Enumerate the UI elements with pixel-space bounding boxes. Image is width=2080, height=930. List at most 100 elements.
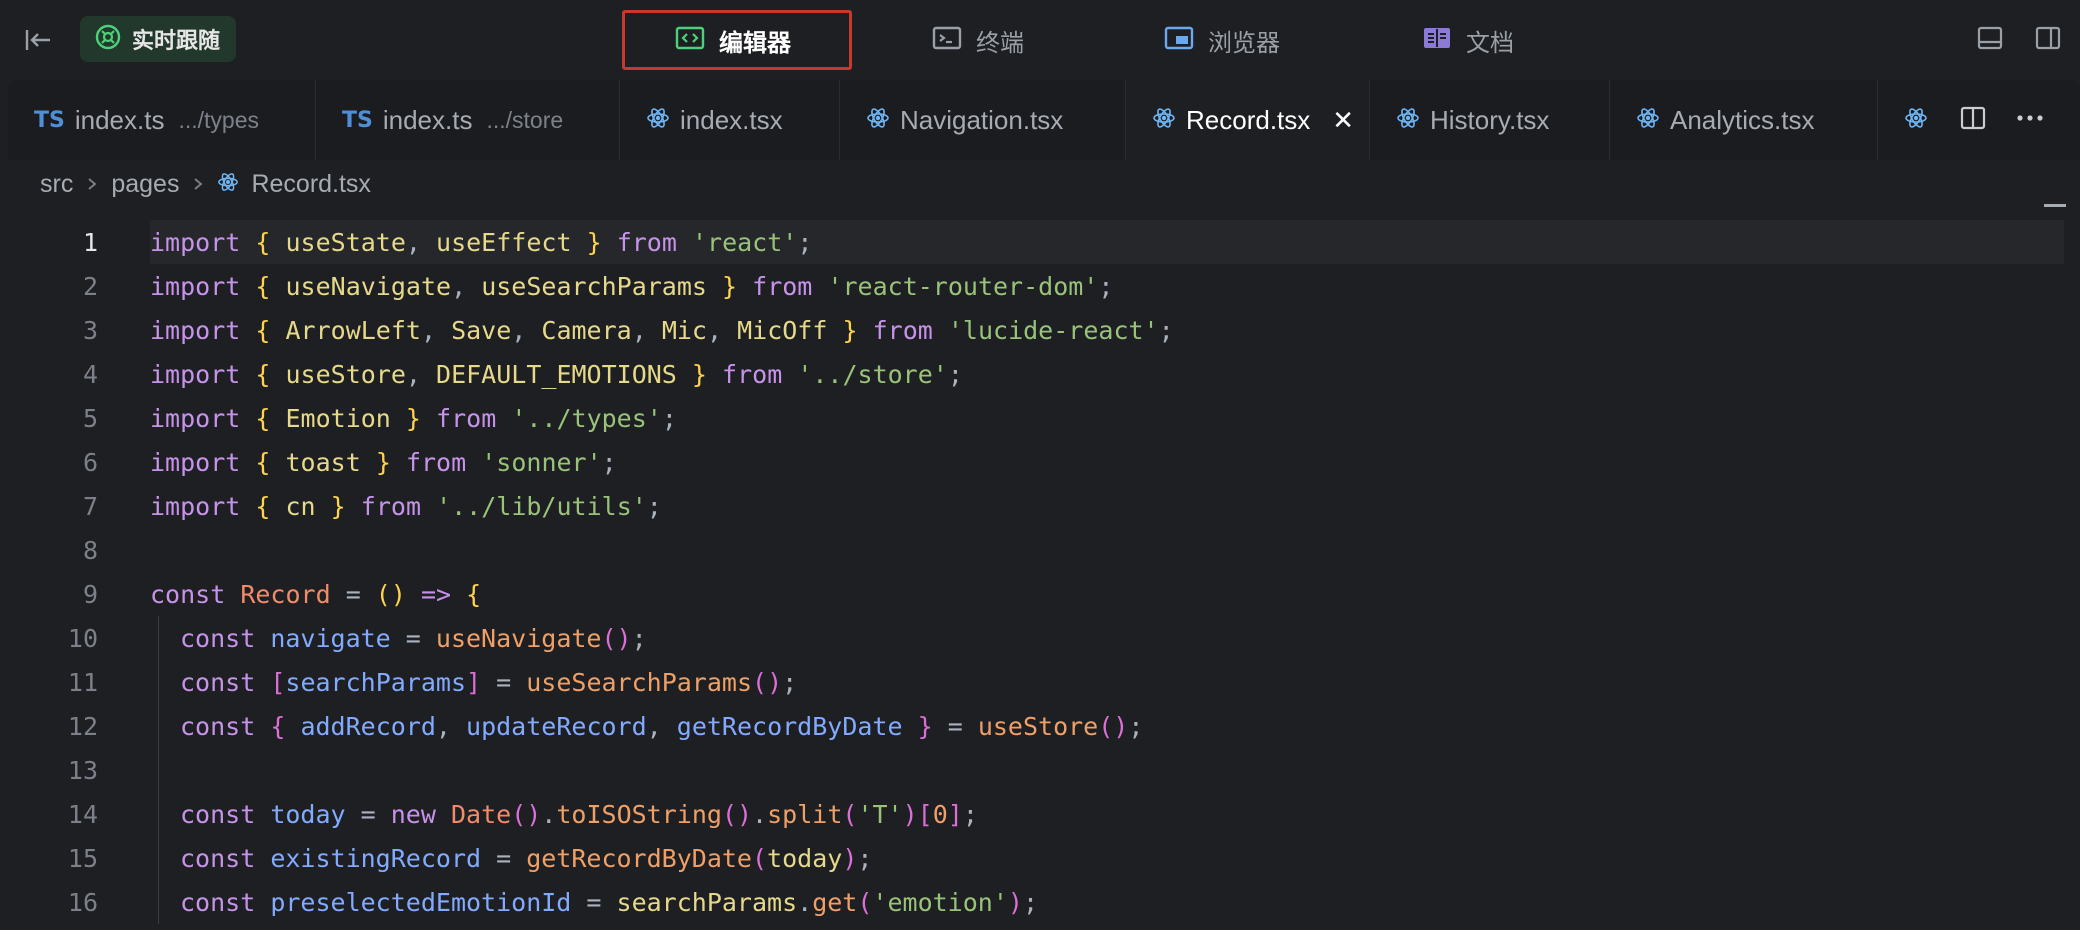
- file-tab-record[interactable]: Record.tsx ✕: [1126, 80, 1370, 160]
- code-line[interactable]: 7 import { cn } from '../lib/utils';: [0, 484, 2064, 528]
- code-line[interactable]: 5 import { Emotion } from '../types';: [0, 396, 2064, 440]
- file-tab-dir: .../store: [486, 106, 564, 133]
- code-token: import: [150, 315, 241, 345]
- code-token: ;: [601, 447, 617, 477]
- code-token: (: [751, 843, 768, 873]
- breadcrumb-src[interactable]: src: [40, 170, 73, 199]
- code-text: import { ArrowLeft, Save, Camera, Mic, M…: [150, 308, 2064, 352]
- code-token: =: [932, 711, 978, 741]
- toggle-side-panel-icon[interactable]: [2034, 24, 2062, 57]
- line-number: 11: [67, 667, 98, 697]
- file-tab-store-index[interactable]: TS index.ts .../store: [316, 80, 620, 160]
- split-editor-icon[interactable]: [1960, 105, 1986, 136]
- tab-browser[interactable]: 浏览器: [1114, 10, 1280, 70]
- code-token: ;: [962, 799, 978, 829]
- code-editor[interactable]: 1 import { useState, useEffect } from 're…: [0, 204, 2080, 930]
- file-tab-name: index.tsx: [680, 104, 783, 135]
- code-line[interactable]: 11 const [searchParams] = useSearchParams…: [0, 660, 2064, 704]
- code-line[interactable]: 6 import { toast } from 'sonner';: [0, 440, 2064, 484]
- code-icon: [675, 25, 705, 56]
- code-token: today: [270, 799, 346, 829]
- file-tab-bar: TS index.ts .../types TS index.ts .../st…: [8, 80, 2080, 160]
- breadcrumb-pages[interactable]: pages: [111, 170, 179, 199]
- code-line[interactable]: 4 import { useStore, DEFAULT_EMOTIONS } f…: [0, 352, 2064, 396]
- code-token: '../lib/utils': [436, 491, 647, 521]
- code-token: const: [180, 623, 256, 653]
- code-token: new: [390, 799, 436, 829]
- tab-actions: [1932, 80, 2080, 160]
- file-tab-name: Navigation.tsx: [900, 104, 1064, 135]
- code-token: ,: [405, 359, 437, 389]
- chevron-right-icon: [85, 177, 99, 191]
- file-tab-navigation[interactable]: Navigation.tsx: [840, 80, 1126, 160]
- line-number: 16: [67, 887, 98, 917]
- layout-controls: [1976, 24, 2062, 57]
- code-line[interactable]: 13: [0, 748, 2064, 792]
- file-tab-analytics[interactable]: Analytics.tsx: [1610, 80, 1878, 160]
- code-line[interactable]: 14 const today = new Date(). toISOString()…: [0, 792, 2064, 836]
- code-token: Date: [450, 799, 512, 829]
- code-token: import: [150, 271, 241, 301]
- scrollbar-marker[interactable]: [2044, 204, 2066, 207]
- code-token: {: [255, 491, 271, 521]
- code-line[interactable]: 2 import { useNavigate, useSearchParams }…: [0, 264, 2064, 308]
- live-follow-icon: [94, 23, 122, 56]
- code-text: const existingRecord = getRecordByDate(t…: [150, 836, 2064, 880]
- browser-icon: [1164, 25, 1194, 56]
- code-line[interactable]: 10 const navigate = useNavigate();: [0, 616, 2064, 660]
- code-token: const: [180, 711, 256, 741]
- collapse-sidebar-icon[interactable]: [22, 24, 54, 56]
- code-line[interactable]: 8: [0, 528, 2064, 572]
- toggle-bottom-panel-icon[interactable]: [1976, 24, 2004, 57]
- code-line[interactable]: 1 import { useState, useEffect } from 're…: [0, 220, 2064, 264]
- code-token: import: [150, 227, 241, 257]
- close-tab-icon[interactable]: ✕: [1332, 105, 1354, 136]
- code-line[interactable]: 9 const Record = () => {: [0, 572, 2064, 616]
- breadcrumb-file[interactable]: Record.tsx: [251, 170, 370, 199]
- code-text: import { useNavigate, useSearchParams } …: [150, 264, 2064, 308]
- tab-editor[interactable]: 编辑器: [622, 10, 852, 70]
- code-token: useState: [285, 227, 406, 257]
- code-text: import { useState, useEffect } from 'rea…: [150, 220, 2064, 264]
- code-token: split: [767, 799, 843, 829]
- code-token: getRecordByDate: [676, 711, 903, 741]
- tab-docs[interactable]: 文档: [1372, 10, 1514, 70]
- live-follow-button[interactable]: 实时跟随: [80, 16, 236, 62]
- file-tab-types-index[interactable]: TS index.ts .../types: [8, 80, 316, 160]
- code-text: const preselectedEmotionId = searchParam…: [150, 880, 2064, 924]
- file-tab-history[interactable]: History.tsx: [1370, 80, 1610, 160]
- code-token: 'emotion': [872, 887, 1008, 917]
- code-line[interactable]: 16 const preselectedEmotionId = searchPar…: [0, 880, 2064, 924]
- code-token: from: [722, 359, 783, 389]
- more-actions-icon[interactable]: [2016, 105, 2044, 136]
- code-token: 'react': [691, 227, 798, 257]
- code-token: }: [842, 315, 858, 345]
- code-token: import: [150, 359, 241, 389]
- code-line[interactable]: 15 const existingRecord = getRecordByDate…: [0, 836, 2064, 880]
- code-token: 'lucide-react': [947, 315, 1159, 345]
- code-token: (): [752, 667, 783, 697]
- code-line[interactable]: 3 import { ArrowLeft, Save, Camera, Mic, …: [0, 308, 2064, 352]
- file-tab-index-tsx[interactable]: index.tsx: [620, 80, 840, 160]
- tab-terminal[interactable]: 终端: [882, 10, 1024, 70]
- code-text: const navigate = useNavigate();: [150, 616, 2064, 660]
- code-token: 0: [932, 799, 948, 829]
- file-tab-name: index.ts: [74, 104, 165, 135]
- code-token: toISOString: [556, 799, 722, 829]
- code-token: const: [180, 843, 256, 873]
- code-token: ;: [1158, 315, 1174, 345]
- code-line[interactable]: 12 const { addRecord, updateRecord, getRe…: [0, 704, 2064, 748]
- code-token: ;: [1128, 711, 1144, 741]
